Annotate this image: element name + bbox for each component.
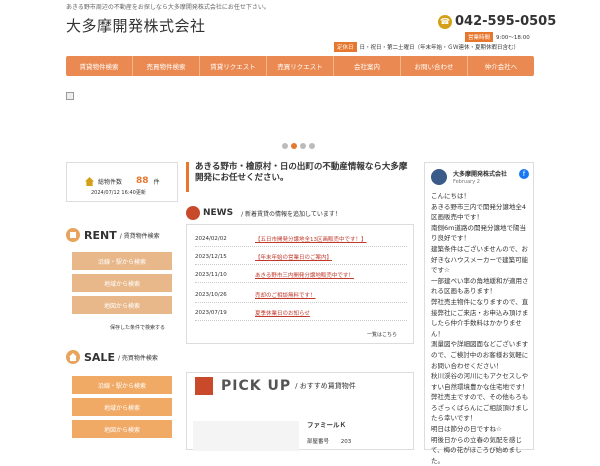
count-label: 総物件数 xyxy=(98,178,123,186)
broken-image-icon xyxy=(66,92,74,100)
news-more-link[interactable]: 一覧はこちら xyxy=(367,331,397,338)
news-list: 2024/02/02 【五日市開発分譲地全13区画販売中です！】 2023/12… xyxy=(186,224,414,344)
news-date: 2023/07/19 xyxy=(195,309,227,316)
count-number: 88 xyxy=(136,176,149,186)
news-icon xyxy=(186,206,200,220)
news-item: 2023/10/26 売却のご相談無料です！ xyxy=(195,287,407,303)
phone-icon: ☎ xyxy=(438,14,452,29)
pickup-header: PICK UP / おすすめ賃貸物件 xyxy=(195,377,356,395)
building-icon xyxy=(195,377,213,395)
news-header: NEWS / 新着賃貸の情報を追加しています！ xyxy=(186,206,341,220)
sale-header: SALE / 売買物件検索 xyxy=(66,350,158,364)
facebook-widget: 大多摩開発株式会社 February 2 f こんにちは！ あきる野市三内で開発… xyxy=(424,162,534,465)
nav-contact[interactable]: お問い合わせ xyxy=(401,56,468,76)
home-icon xyxy=(66,350,80,364)
slider-dot-active[interactable] xyxy=(291,143,297,149)
property-number: 部屋番号 203 xyxy=(307,437,351,445)
rent-area-search-button[interactable]: 地域から検索 xyxy=(72,274,172,292)
property-count-box: 総物件数 88 件 2024/07/12 16:40更新 xyxy=(66,162,178,202)
sale-line-search-button[interactable]: 沿線・駅から検索 xyxy=(72,376,172,394)
count-updated: 2024/07/12 16:40更新 xyxy=(91,190,146,196)
news-item: 2023/11/10 あきる野市三内開発分譲地販売中です！ xyxy=(195,267,407,283)
news-date: 2024/02/02 xyxy=(195,235,227,242)
avatar[interactable] xyxy=(431,169,447,185)
news-item: 2024/02/02 【五日市開発分譲地全13区画販売中です！】 xyxy=(195,231,407,247)
hours-text: 9:00～18:00 xyxy=(496,35,530,41)
property-number-label: 部屋番号 xyxy=(307,439,330,445)
saved-search-link[interactable]: 保存した条件で検索する xyxy=(110,324,165,331)
pickup-section: PICK UP / おすすめ賃貸物件 ファミールＫ 部屋番号 203 xyxy=(186,372,414,451)
news-date: 2023/10/26 xyxy=(195,291,227,298)
phone-contact[interactable]: ☎ 042-595-0505 xyxy=(438,14,556,29)
main-nav: 賃貸物件検索 売買物件検索 賃貸リクエスト 売買リクエスト 会社案内 お問い合わ… xyxy=(66,56,534,76)
rent-subtitle: / 賃貸物件検索 xyxy=(119,232,160,240)
news-link[interactable]: あきる野市三内開発分譲地販売中です！ xyxy=(255,271,354,279)
site-tagline: あきる野市周辺の不動産をお探しなら大多摩開発株式会社にお任せ下さい。 xyxy=(66,4,270,11)
pickup-subtitle: / おすすめ賃貸物件 xyxy=(295,382,356,390)
news-link[interactable]: 【年末年始の営業日のご案内】 xyxy=(255,253,332,261)
news-link[interactable]: 売却のご相談無料です！ xyxy=(255,291,316,299)
holidays: 定休日 日・祝日・第二土曜日（年末年始・ＧＷ連休・夏期休暇日含む） xyxy=(334,42,519,52)
news-link[interactable]: 夏季休業日のお知らせ xyxy=(255,309,310,317)
hours-tag: 営業時間 xyxy=(465,32,494,42)
nav-rent-request[interactable]: 賃貸リクエスト xyxy=(200,56,267,76)
property-name[interactable]: ファミールＫ xyxy=(307,419,346,429)
sale-area-search-button[interactable]: 地域から検索 xyxy=(72,398,172,416)
news-link[interactable]: 【五日市開発分譲地全13区画販売中です！】 xyxy=(255,235,367,243)
news-item: 2023/07/19 夏季休業日のお知らせ xyxy=(195,305,407,321)
news-item: 2023/12/15 【年末年始の営業日のご案内】 xyxy=(195,249,407,265)
slider-dot[interactable] xyxy=(309,143,315,149)
site-title[interactable]: 大多摩開発株式会社 xyxy=(66,15,206,36)
nav-sale-search[interactable]: 売買物件検索 xyxy=(133,56,200,76)
sale-map-search-button[interactable]: 地図から検索 xyxy=(72,420,172,438)
sale-subtitle: / 売買物件検索 xyxy=(117,354,158,362)
sale-title: SALE xyxy=(84,350,115,364)
news-date: 2023/12/15 xyxy=(195,253,227,260)
house-icon xyxy=(85,176,94,186)
news-subtitle: / 新着賃貸の情報を追加しています！ xyxy=(241,210,341,218)
business-hours: 営業時間 9:00～18:00 xyxy=(465,32,530,42)
facebook-icon[interactable]: f xyxy=(519,169,529,179)
fb-post-date[interactable]: February 2 xyxy=(453,179,480,185)
nav-rent-search[interactable]: 賃貸物件検索 xyxy=(66,56,133,76)
nav-sale-request[interactable]: 売買リクエスト xyxy=(267,56,334,76)
rent-header: RENT / 賃貸物件検索 xyxy=(66,228,160,242)
rent-map-search-button[interactable]: 地図から検索 xyxy=(72,296,172,314)
fb-page-name[interactable]: 大多摩開発株式会社 xyxy=(453,169,507,178)
nav-agents[interactable]: 仲介会社へ xyxy=(468,56,534,76)
holiday-text: 日・祝日・第二土曜日（年末年始・ＧＷ連休・夏期休暇日含む） xyxy=(359,45,520,51)
slider-dots xyxy=(282,143,315,149)
rent-line-search-button[interactable]: 沿線・駅から検索 xyxy=(72,252,172,270)
slider-dot[interactable] xyxy=(282,143,288,149)
slider-dot[interactable] xyxy=(300,143,306,149)
rent-title: RENT xyxy=(84,228,117,242)
fb-post-text: こんにちは！ あきる野市三内で開発分譲地全4区画販売中です！ 南側6m道路の開発… xyxy=(431,192,529,465)
property-image[interactable] xyxy=(193,421,299,451)
holiday-tag: 定休日 xyxy=(334,42,357,52)
count-unit: 件 xyxy=(153,178,160,186)
property-number-value: 203 xyxy=(340,439,352,445)
key-icon xyxy=(66,228,80,242)
nav-company[interactable]: 会社案内 xyxy=(334,56,401,76)
pickup-title: PICK UP xyxy=(221,378,292,394)
intro-text: あきる野市・檜原村・日の出町の不動産情報なら大多摩開発にお任せください。 xyxy=(186,162,414,192)
phone-number: 042-595-0505 xyxy=(455,14,557,29)
news-date: 2023/11/10 xyxy=(195,271,227,278)
news-title: NEWS xyxy=(203,208,234,218)
